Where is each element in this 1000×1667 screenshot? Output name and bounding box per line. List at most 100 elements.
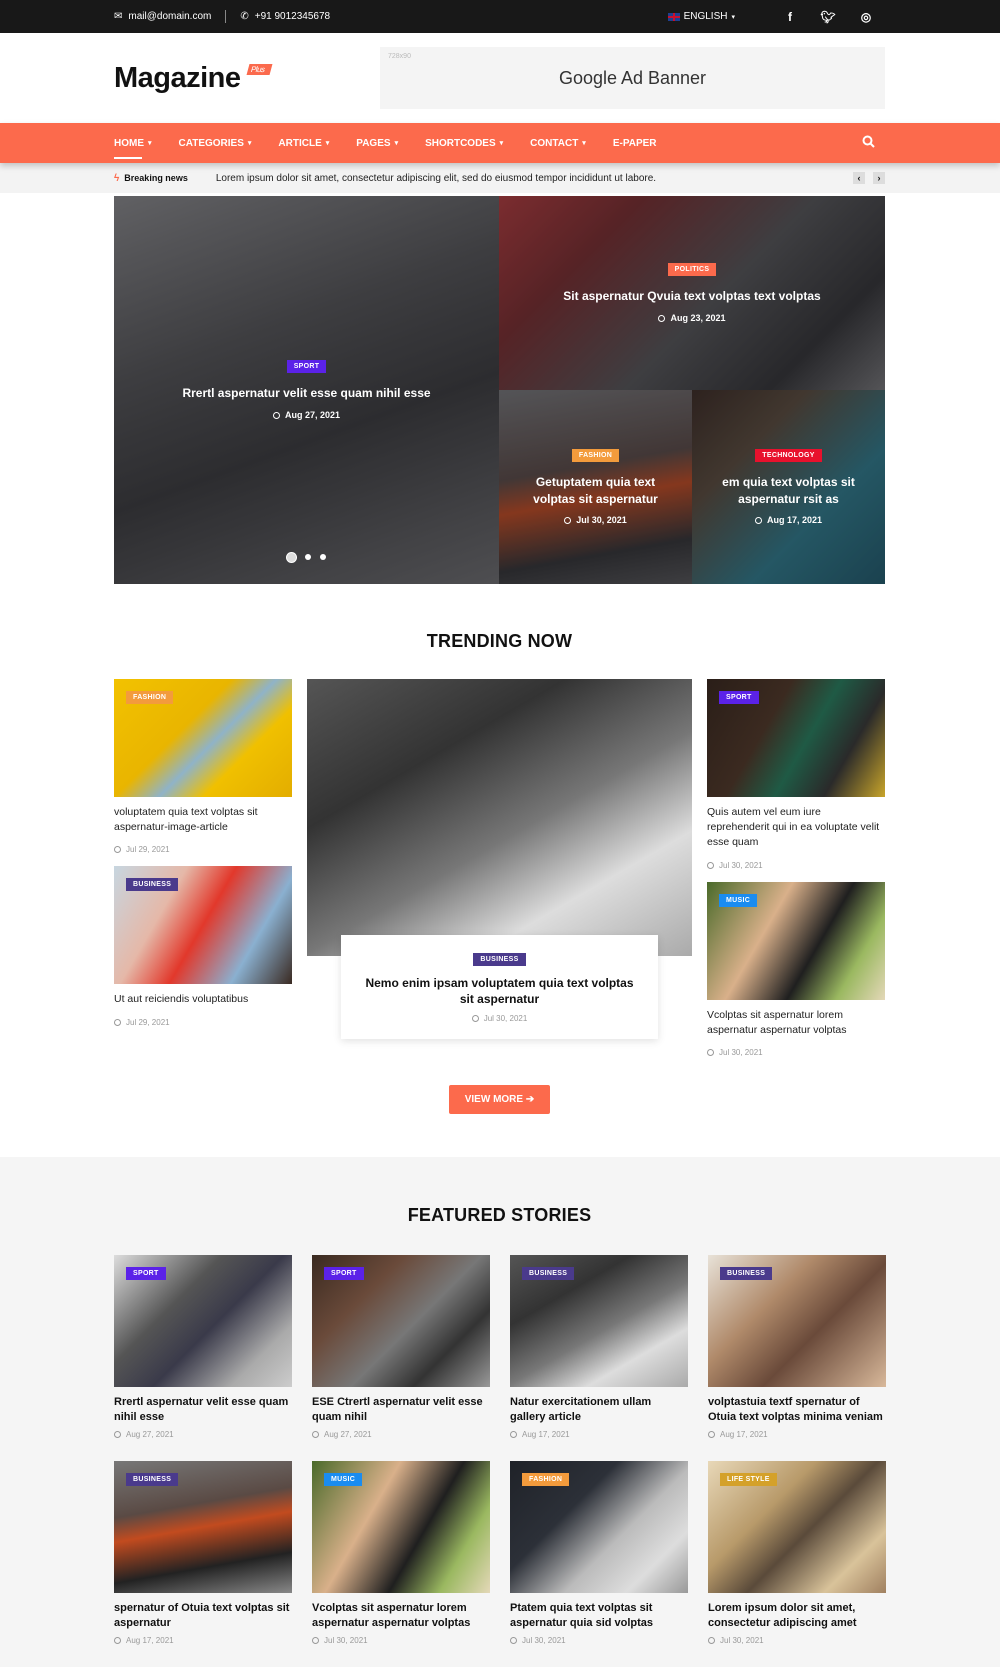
site-logo[interactable]: Magazine Plus <box>114 62 273 95</box>
category-badge[interactable]: MUSIC <box>719 893 758 907</box>
hero-title[interactable]: em quia text volptas sit aspernatur rsit… <box>692 474 885 506</box>
slider-dot[interactable] <box>305 554 311 560</box>
category-badge[interactable]: BUSINESS <box>720 1267 773 1281</box>
clock-icon <box>114 846 121 854</box>
hero-card-technology[interactable]: TECHNOLOGY em quia text volptas sit aspe… <box>692 390 885 584</box>
slider-dot[interactable] <box>287 553 296 562</box>
hero-title[interactable]: Rrertl aspernatur velit esse quam nihil … <box>162 385 450 401</box>
hero-card-main[interactable]: SPORT Rrertl aspernatur velit esse quam … <box>114 196 499 584</box>
trending-featured-card[interactable]: BUSINESS Nemo enim ipsam voluptatem quia… <box>307 679 692 1057</box>
trending-card[interactable]: FASHION voluptatem quia text volptas sit… <box>114 679 292 854</box>
article-title[interactable]: volptastuia textf spernatur of Otuia tex… <box>708 1395 886 1426</box>
slider-dot[interactable] <box>320 554 326 560</box>
article-image[interactable]: FASHION <box>510 1460 688 1593</box>
phone-icon: ✆ <box>240 11 249 22</box>
category-badge[interactable]: SPORT <box>324 1267 364 1281</box>
nav-item-contact[interactable]: CONTACT ▾ <box>530 138 586 149</box>
nav-item-categories[interactable]: CATEGORIES ▾ <box>179 138 252 149</box>
article-image[interactable]: FASHION <box>114 679 292 797</box>
featured-card[interactable]: LIFE STYLE Lorem ipsum dolor sit amet, co… <box>708 1460 886 1645</box>
category-badge[interactable]: SPORT <box>286 360 327 374</box>
category-badge[interactable]: MUSIC <box>324 1472 363 1486</box>
category-badge[interactable]: FASHION <box>571 449 620 463</box>
clock-icon <box>707 861 714 869</box>
ticker-next-button[interactable]: › <box>873 172 885 184</box>
article-title[interactable]: ESE Ctrertl aspernatur velit esse quam n… <box>312 1395 490 1426</box>
ad-banner[interactable]: 728x90 Google Ad Banner <box>380 47 885 109</box>
featured-card[interactable]: SPORT ESE Ctrertl aspernatur velit esse q… <box>312 1255 490 1439</box>
language-selector[interactable]: ENGLISH ▾ <box>667 11 735 22</box>
facebook-icon[interactable]: f <box>771 10 809 24</box>
hero-card-fashion[interactable]: FASHION Getuptatem quia text volptas sit… <box>499 390 692 584</box>
hero-date: Aug 17, 2021 <box>754 515 822 525</box>
category-badge[interactable]: FASHION <box>522 1472 570 1486</box>
category-badge[interactable]: BUSINESS <box>522 1267 575 1281</box>
article-title[interactable]: Quis autem vel eum iure reprehenderit qu… <box>707 805 885 851</box>
article-image[interactable]: BUSINESS <box>114 866 292 985</box>
featured-card[interactable]: MUSIC Vcolptas sit aspernatur lorem asper… <box>312 1460 490 1645</box>
trending-card[interactable]: BUSINESS Ut aut reiciendis voluptatibus … <box>114 866 292 1027</box>
featured-card[interactable]: BUSINESS volptastuia textf spernatur of O… <box>708 1255 886 1439</box>
article-title[interactable]: Rrertl aspernatur velit esse quam nihil … <box>114 1395 292 1426</box>
trending-card[interactable]: MUSIC Vcolptas sit aspernatur lorem aspe… <box>707 881 885 1057</box>
article-title[interactable]: Ptatem quia text volptas sit aspernatur … <box>510 1601 688 1632</box>
article-image[interactable]: BUSINESS <box>114 1460 292 1593</box>
ticker-prev-button[interactable]: ‹ <box>853 172 865 184</box>
category-badge[interactable]: SPORT <box>126 1267 166 1281</box>
category-badge[interactable]: LIFE STYLE <box>720 1472 777 1486</box>
article-image[interactable]: MUSIC <box>707 881 885 1000</box>
article-title[interactable]: voluptatem quia text volptas sit asperna… <box>114 805 292 835</box>
clock-icon <box>510 1636 517 1644</box>
category-badge[interactable]: SPORT <box>719 691 759 704</box>
phone-link[interactable]: ✆ +91 9012345678 <box>240 11 330 22</box>
article-date: Jul 30, 2021 <box>707 1048 885 1057</box>
clock-icon <box>114 1430 121 1438</box>
category-badge[interactable]: BUSINESS <box>126 878 179 892</box>
instagram-icon[interactable]: ◎ <box>847 10 885 24</box>
view-more-button[interactable]: VIEW MORE ➔ <box>448 1085 551 1115</box>
article-image[interactable] <box>307 679 692 956</box>
nav-item-pages[interactable]: PAGES ▾ <box>356 138 398 149</box>
nav-item-home[interactable]: HOME ▾ <box>114 138 152 159</box>
category-badge[interactable]: FASHION <box>126 691 174 704</box>
featured-card[interactable]: FASHION Ptatem quia text volptas sit aspe… <box>510 1460 688 1645</box>
article-title[interactable]: Natur exercitationem ullam gallery artic… <box>510 1395 688 1426</box>
nav-item-epaper[interactable]: E-PAPER <box>613 138 657 149</box>
category-badge[interactable]: BUSINESS <box>126 1472 179 1486</box>
hero-card-politics[interactable]: POLITICS Sit aspernatur Qvuia text volpt… <box>499 196 885 390</box>
article-image[interactable]: SPORT <box>707 679 885 797</box>
article-image[interactable]: BUSINESS <box>510 1255 688 1388</box>
article-image[interactable]: SPORT <box>312 1255 490 1388</box>
twitter-icon[interactable]: 🐦︎ <box>809 10 847 24</box>
email-link[interactable]: ✉ mail@domain.com <box>114 11 211 22</box>
category-badge[interactable]: BUSINESS <box>473 953 526 966</box>
nav-item-article[interactable]: ARTICLE ▾ <box>278 138 329 149</box>
featured-card[interactable]: BUSINESS Natur exercitationem ullam galle… <box>510 1255 688 1439</box>
article-image[interactable]: BUSINESS <box>708 1255 886 1388</box>
category-badge[interactable]: POLITICS <box>667 263 717 277</box>
article-title[interactable]: Vcolptas sit aspernatur lorem aspernatur… <box>707 1008 885 1038</box>
article-title[interactable]: Vcolptas sit aspernatur lorem aspernatur… <box>312 1601 490 1632</box>
search-icon[interactable] <box>862 135 875 151</box>
hero-date: Aug 23, 2021 <box>658 313 726 323</box>
category-badge[interactable]: TECHNOLOGY <box>755 449 822 463</box>
article-date: Jul 30, 2021 <box>708 1636 886 1645</box>
trending-card[interactable]: SPORT Quis autem vel eum iure reprehende… <box>707 679 885 870</box>
article-title[interactable]: Lorem ipsum dolor sit amet, consectetur … <box>708 1601 886 1632</box>
article-image[interactable]: MUSIC <box>312 1460 490 1593</box>
article-title[interactable]: Ut aut reiciendis voluptatibus <box>114 992 292 1007</box>
article-date: Jul 29, 2021 <box>114 1018 292 1027</box>
breaking-ticker[interactable]: Lorem ipsum dolor sit amet, consectetur … <box>216 173 656 184</box>
article-title[interactable]: spernatur of Otuia text volptas sit aspe… <box>114 1601 292 1632</box>
featured-card[interactable]: SPORT Rrertl aspernatur velit esse quam n… <box>114 1255 292 1439</box>
article-title[interactable]: Nemo enim ipsam voluptatem quia text vol… <box>361 975 638 1007</box>
featured-card[interactable]: BUSINESS spernatur of Otuia text volptas … <box>114 1460 292 1645</box>
hero-title[interactable]: Sit aspernatur Qvuia text volptas text v… <box>543 288 840 304</box>
hero-grid: SPORT Rrertl aspernatur velit esse quam … <box>114 196 885 584</box>
breaking-label: Breaking news <box>124 173 188 183</box>
nav-item-shortcodes[interactable]: SHORTCODES ▾ <box>425 138 503 149</box>
article-image[interactable]: LIFE STYLE <box>708 1460 886 1593</box>
clock-icon <box>471 1015 479 1023</box>
article-image[interactable]: SPORT <box>114 1255 292 1388</box>
hero-title[interactable]: Getuptatem quia text volptas sit asperna… <box>499 474 692 506</box>
